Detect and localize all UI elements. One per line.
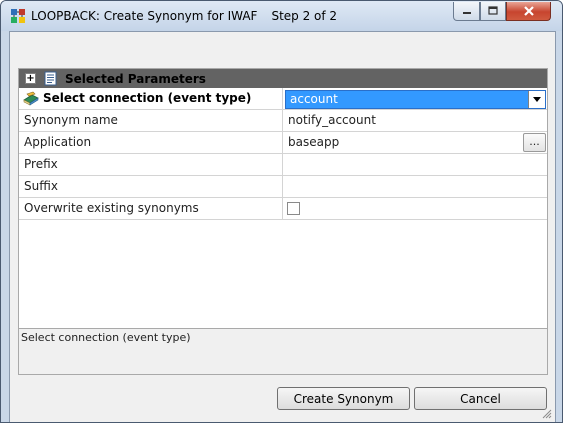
close-button[interactable] — [506, 2, 551, 21]
description-panel: Select connection (event type) — [18, 328, 548, 375]
property-name: Prefix — [19, 154, 283, 175]
browse-button[interactable]: ... — [523, 133, 546, 152]
property-row-application[interactable]: Application baseapp ... — [19, 132, 547, 154]
property-name: Suffix — [19, 176, 283, 197]
property-row-suffix[interactable]: Suffix — [19, 176, 547, 198]
chevron-down-icon — [533, 97, 541, 102]
connection-select[interactable]: account — [285, 90, 546, 109]
window-title-text: LOOPBACK: Create Synonym for IWAF — [31, 9, 258, 23]
dialog-window: LOOPBACK: Create Synonym for IWAF Step 2 … — [0, 0, 563, 423]
property-name: Application — [19, 132, 283, 153]
create-synonym-button[interactable]: Create Synonym — [277, 387, 410, 410]
document-icon — [44, 71, 57, 86]
app-icon — [11, 9, 25, 23]
property-grid: + Selected Parameters Select connection … — [18, 68, 548, 351]
application-value: baseapp — [288, 135, 340, 149]
property-row-connection[interactable]: Select connection (event type) account — [19, 88, 547, 110]
property-name: Select connection (event type) — [43, 91, 252, 105]
overwrite-value-cell — [283, 198, 547, 219]
property-row-overwrite[interactable]: Overwrite existing synonyms — [19, 198, 547, 220]
expand-icon[interactable]: + — [25, 73, 36, 84]
suffix-field[interactable] — [283, 176, 547, 197]
dialog-client-area: + Selected Parameters Select connection … — [9, 31, 556, 422]
connection-select-value: account — [290, 92, 338, 106]
minimize-button[interactable] — [453, 2, 480, 21]
resize-grip-icon[interactable] — [542, 409, 552, 419]
property-name-cell: Select connection (event type) — [19, 88, 283, 109]
property-row-synonym-name[interactable]: Synonym name notify_account — [19, 110, 547, 132]
overwrite-checkbox[interactable] — [287, 202, 300, 215]
minimize-icon — [462, 12, 471, 14]
window-title: LOOPBACK: Create Synonym for IWAF Step 2 … — [31, 9, 337, 23]
property-name: Overwrite existing synonyms — [19, 198, 283, 219]
book-icon — [23, 91, 39, 106]
application-field[interactable]: baseapp ... — [283, 132, 547, 153]
maximize-icon — [488, 6, 498, 15]
category-row-selected-parameters[interactable]: + Selected Parameters — [19, 69, 547, 88]
property-row-prefix[interactable]: Prefix — [19, 154, 547, 176]
title-bar[interactable]: LOOPBACK: Create Synonym for IWAF Step 2 … — [1, 1, 562, 31]
cancel-button[interactable]: Cancel — [414, 387, 547, 410]
synonym-name-field[interactable]: notify_account — [283, 110, 547, 131]
maximize-button[interactable] — [480, 2, 506, 21]
window-step-text: Step 2 of 2 — [271, 9, 338, 23]
dropdown-button[interactable] — [528, 91, 545, 108]
description-text: Select connection (event type) — [21, 331, 191, 344]
close-icon — [523, 6, 534, 16]
property-name: Synonym name — [19, 110, 283, 131]
prefix-field[interactable] — [283, 154, 547, 175]
category-label: Selected Parameters — [65, 72, 206, 86]
